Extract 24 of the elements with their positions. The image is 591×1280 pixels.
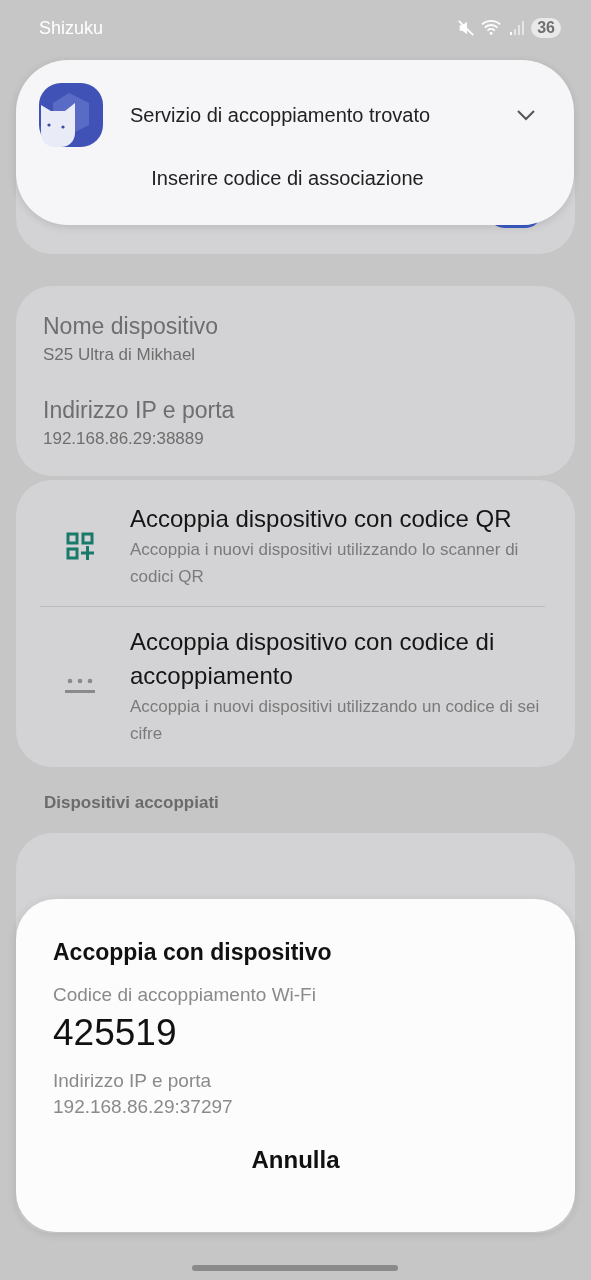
- notification-title: Servizio di accoppiamento trovato: [130, 103, 432, 127]
- chevron-down-icon[interactable]: [516, 109, 536, 121]
- info-value: S25 Ultra di Mikhael: [43, 344, 197, 366]
- notification-action-link[interactable]: Inserire codice di associazione: [39, 167, 536, 190]
- address-label: Indirizzo IP e porta: [53, 1070, 213, 1092]
- dialog-title: Accoppia con dispositivo: [53, 939, 333, 966]
- address-value: 192.168.86.29:37297: [53, 1096, 234, 1118]
- battery-indicator: 36: [531, 18, 561, 38]
- info-label: Indirizzo IP e porta: [43, 396, 236, 425]
- notification-card[interactable]: Servizio di accoppiamento trovato Inserire codice di associazione: [16, 60, 574, 225]
- cancel-button[interactable]: Annulla: [241, 1142, 350, 1178]
- info-value: 192.168.86.29:38889: [43, 428, 205, 450]
- password-icon: [64, 676, 96, 696]
- info-label: Nome dispositivo: [43, 312, 220, 341]
- pairing-code: 425519: [53, 1012, 178, 1054]
- mute-icon: [457, 19, 476, 37]
- section-header: Dispositivi accoppiati: [44, 793, 220, 813]
- status-app-label: Shizuku: [39, 17, 104, 39]
- qr-code-icon: [66, 532, 94, 560]
- pairing-option[interactable]: Accoppia dispositivo con codice QR Accoppia i nuovi dispositivi utilizzando lo scanner di codici QR: [40, 502, 545, 590]
- pairing-option[interactable]: Accoppia dispositivo con codice di accoppiamento Accoppia i nuovi dispositivi utilizzando un codice di sei cifre: [40, 625, 545, 747]
- signal-icon: [509, 20, 526, 36]
- app-icon: [39, 83, 103, 147]
- code-label: Codice di accoppiamento Wi-Fi: [53, 984, 317, 1006]
